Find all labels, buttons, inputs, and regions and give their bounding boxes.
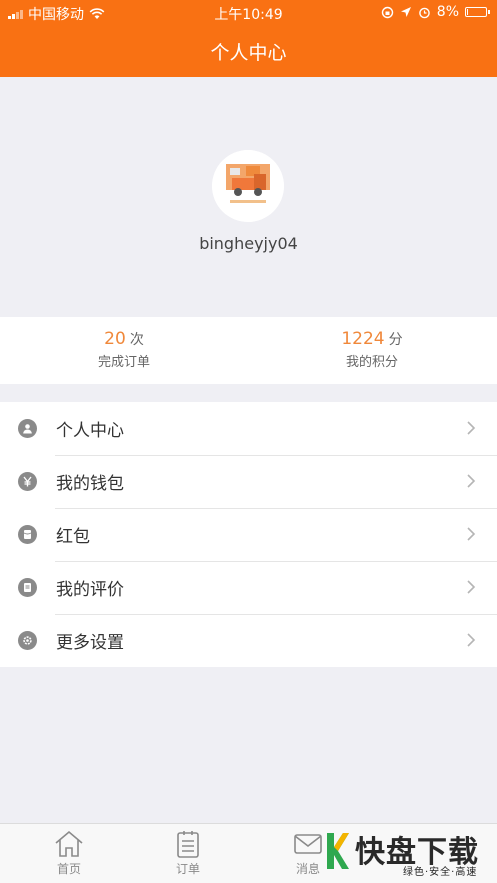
completed-orders-value: 20 [104,329,126,349]
points-value-line: 1224 分 [248,329,496,349]
points-value: 1224 [341,329,385,349]
person-icon [18,419,37,438]
watermark-slogan: 绿色·安全·高速 [403,867,478,878]
yen-icon [18,472,37,491]
tab-orders-label: 订单 [175,862,200,876]
location-icon [400,7,411,17]
battery-fill [467,9,468,15]
username: bingheyjy04 [199,234,298,253]
menu-item-label: 更多设置 [56,633,124,653]
message-icon [294,834,322,854]
menu-item-label: 我的评价 [56,580,124,600]
points-stat[interactable]: 1224 分 我的积分 [248,329,496,370]
completed-orders-stat[interactable]: 20 次 完成订单 [0,329,248,370]
menu-item-wallet[interactable]: 我的钱包 [0,455,497,508]
tab-home-label: 首页 [56,862,81,876]
status-bar: 中国移动 上午10:49 8% [0,0,497,26]
page-title: 个人中心 [210,42,287,64]
tab-home[interactable]: 首页 [39,830,99,877]
rotation-lock-icon [381,6,393,18]
chevron-right-icon [467,633,476,647]
points-label: 我的积分 [345,355,398,370]
chevron-right-icon [467,527,476,541]
chevron-right-icon [467,580,476,594]
review-icon [18,578,37,597]
watermark-logo: 快盘下载 绿色·安全·高速 [325,827,495,881]
menu-item-personal-center[interactable]: 个人中心 [0,402,497,455]
gear-icon [18,631,37,650]
watermark-k-logo [327,833,349,869]
menu-list: 个人中心 我的钱包 红包 我的评价 更多设置 [0,402,497,667]
chevron-right-icon [467,474,476,488]
completed-orders-value-line: 20 次 [0,329,248,349]
profile-section: bingheyjy04 [0,77,497,317]
points-unit: 分 [388,332,403,348]
tab-orders[interactable]: 订单 [158,830,218,877]
home-icon [55,830,83,857]
menu-item-reviews[interactable]: 我的评价 [0,561,497,614]
menu-item-label: 红包 [56,527,90,547]
battery-icon [465,7,490,17]
order-icon [177,831,199,858]
chevron-right-icon [467,421,476,435]
menu-item-label: 我的钱包 [56,474,124,494]
menu-item-label: 个人中心 [56,421,124,441]
app-header: 中国移动 上午10:49 8% 个人中心 [0,0,497,77]
red-packet-icon [18,525,37,544]
avatar-image [212,150,284,222]
alarm-icon [418,7,430,18]
menu-item-red-packet[interactable]: 红包 [0,508,497,561]
menu-item-more-settings[interactable]: 更多设置 [0,614,497,667]
status-right: 8% [381,4,490,20]
battery-percent: 8% [436,4,459,20]
stats-bar: 20 次 完成订单 1224 分 我的积分 [0,317,497,384]
completed-orders-label: 完成订单 [97,355,150,370]
completed-orders-unit: 次 [129,332,144,348]
avatar[interactable] [212,150,284,222]
